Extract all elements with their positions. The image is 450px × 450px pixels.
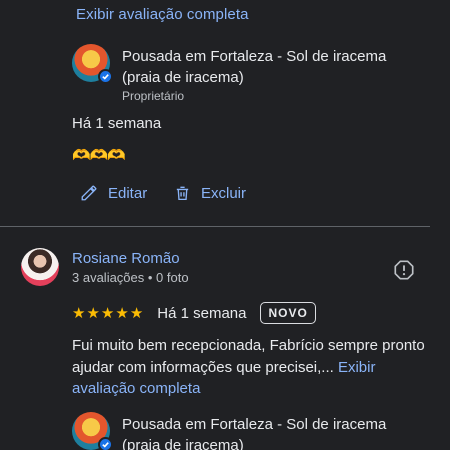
- owner-name: Pousada em Fortaleza - Sol de iracema (p…: [122, 416, 387, 450]
- reviewer-meta: 3 avaliações • 0 foto: [72, 270, 189, 285]
- delete-label: Excluir: [201, 184, 247, 202]
- reply-text: 🫶🫶🫶: [72, 147, 126, 164]
- business-avatar: [72, 412, 113, 450]
- reviews-screen: Exibir avaliação completa Pousada em For…: [0, 0, 450, 450]
- new-badge: NOVO: [260, 302, 316, 324]
- pencil-icon: [81, 185, 97, 201]
- delete-button[interactable]: Excluir: [174, 184, 246, 202]
- star-icon: ★: [100, 304, 115, 322]
- trash-icon: [176, 186, 189, 201]
- owner-name: Pousada em Fortaleza - Sol de iracema (p…: [122, 48, 387, 86]
- report-icon[interactable]: [393, 259, 415, 281]
- reviewer-name[interactable]: Rosiane Romão: [72, 250, 180, 267]
- edit-button[interactable]: Editar: [80, 184, 147, 202]
- star-icon: ★: [72, 304, 86, 322]
- divider: [0, 226, 430, 227]
- reply-date: Há 1 semana: [72, 115, 162, 132]
- star-icon: ★: [129, 304, 144, 322]
- owner-role: Proprietário: [122, 89, 185, 103]
- star-rating: ★ ★ ★ ★ ★: [72, 306, 143, 321]
- review-text: Fui muito bem recepcionada, Fabrício sem…: [72, 335, 432, 400]
- expand-review-link[interactable]: Exibir avaliação completa: [76, 6, 249, 23]
- review-date: Há 1 semana: [157, 304, 247, 322]
- rating-row: ★ ★ ★ ★ ★ Há 1 semana NOVO: [72, 302, 316, 324]
- star-icon: ★: [115, 304, 129, 322]
- avatar[interactable]: [21, 248, 59, 286]
- edit-label: Editar: [108, 184, 148, 202]
- star-icon: ★: [86, 304, 100, 322]
- verified-badge-icon: [98, 437, 113, 450]
- verified-badge-icon: [98, 69, 113, 84]
- business-avatar: [72, 44, 113, 84]
